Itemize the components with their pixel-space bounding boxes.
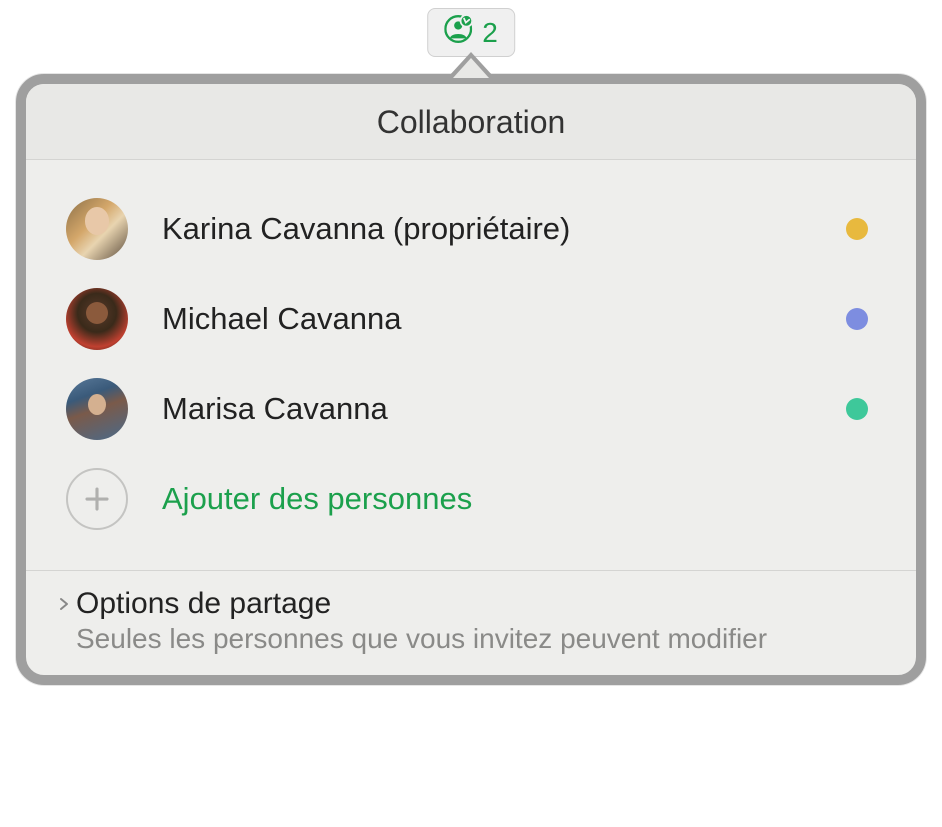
add-people-button[interactable]: Ajouter des personnes xyxy=(58,454,884,550)
participant-name: Marisa Cavanna xyxy=(162,391,846,427)
status-dot-icon xyxy=(846,398,868,420)
avatar xyxy=(66,288,128,350)
participant-row[interactable]: Marisa Cavanna xyxy=(58,364,884,454)
collaboration-popover: Collaboration Karina Cavanna (propriétai… xyxy=(16,64,926,685)
chevron-right-icon xyxy=(56,596,72,612)
share-options-button[interactable]: Options de partage Seules les personnes … xyxy=(26,570,916,675)
participant-name: Michael Cavanna xyxy=(162,301,846,337)
share-options-title: Options de partage xyxy=(76,587,331,621)
popover-arrow xyxy=(453,58,489,78)
status-dot-icon xyxy=(846,218,868,240)
add-people-label: Ajouter des personnes xyxy=(162,481,472,517)
avatar xyxy=(66,198,128,260)
participant-row[interactable]: Michael Cavanna xyxy=(58,274,884,364)
participants-list: Karina Cavanna (propriétaire) Michael Ca… xyxy=(26,160,916,570)
share-options-subtitle: Seules les personnes que vous invitez pe… xyxy=(76,623,886,655)
popover-title: Collaboration xyxy=(26,104,916,141)
participant-name: Karina Cavanna (propriétaire) xyxy=(162,211,846,247)
popover-header: Collaboration xyxy=(26,84,916,160)
participant-row-owner[interactable]: Karina Cavanna (propriétaire) xyxy=(58,184,884,274)
person-badge-icon xyxy=(444,15,472,50)
collaboration-toolbar-button[interactable]: 2 xyxy=(427,8,515,57)
status-dot-icon xyxy=(846,308,868,330)
participant-count: 2 xyxy=(482,17,498,49)
avatar xyxy=(66,378,128,440)
plus-circle-icon xyxy=(66,468,128,530)
